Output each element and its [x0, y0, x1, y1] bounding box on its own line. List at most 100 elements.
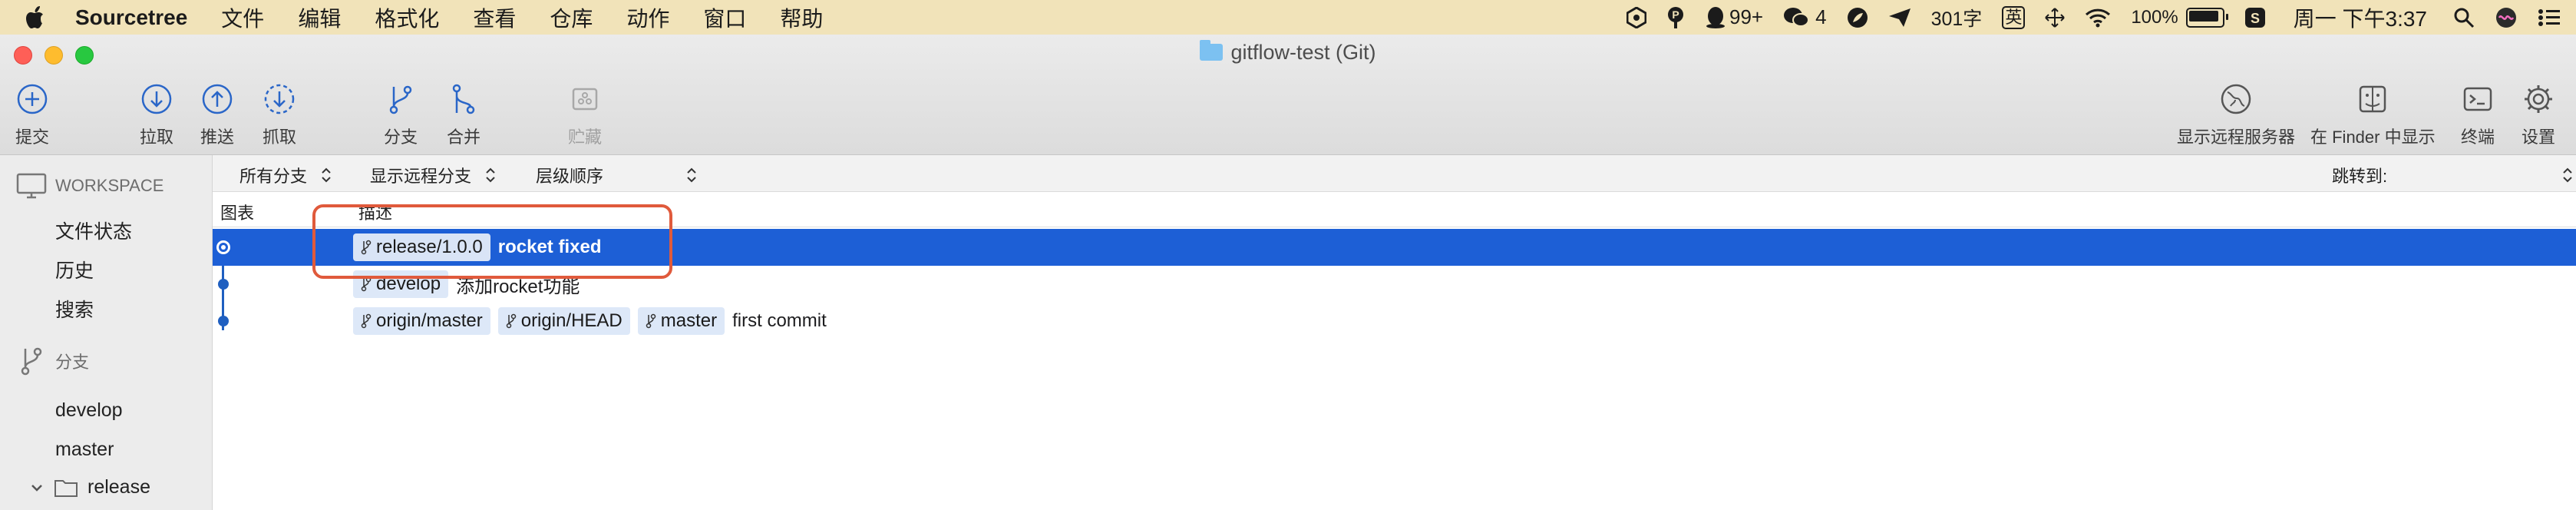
show-remote-branches-dropdown[interactable]: 显示远程分支: [370, 163, 496, 187]
branch-tag[interactable]: release/1.0.0: [353, 233, 490, 261]
move-icon[interactable]: [2045, 7, 2066, 28]
graph-node: [218, 279, 229, 290]
graph-node-current: [216, 240, 230, 254]
commit-row[interactable]: develop 添加rocket功能: [213, 266, 2576, 303]
commit-description: origin/master origin/HEAD master first c…: [353, 307, 827, 335]
folder-icon: [54, 478, 78, 498]
wifi-icon[interactable]: [2085, 8, 2111, 28]
s-app-icon[interactable]: S: [2244, 7, 2266, 28]
sidebar-branch-master[interactable]: master: [55, 439, 114, 461]
order-label: 层级顺序: [536, 167, 604, 186]
terminal-icon: [2459, 81, 2496, 118]
sidebar-item-file-status[interactable]: 文件状态: [55, 217, 132, 244]
commit-row[interactable]: release/1.0.0 rocket fixed: [213, 229, 2576, 266]
finder-icon: [2354, 81, 2391, 118]
branch-button[interactable]: 分支: [382, 81, 419, 148]
branch-tag[interactable]: origin/HEAD: [497, 307, 630, 335]
apple-logo-icon[interactable]: [25, 5, 48, 31]
stash-box-icon: [566, 81, 603, 118]
branch-tag[interactable]: master: [637, 307, 725, 335]
battery-icon: [2185, 7, 2228, 28]
commit-button[interactable]: 提交: [14, 81, 51, 148]
terminal-label: 终端: [2460, 128, 2495, 147]
globe-icon: [2218, 81, 2254, 118]
all-branches-dropdown[interactable]: 所有分支: [239, 163, 332, 187]
fetch-button[interactable]: 抓取: [261, 81, 298, 148]
branch-tag-label: origin/master: [376, 310, 483, 331]
window-toolbar: gitflow-test (Git) 提交 拉取 推送 抓取 分支 合并 贮藏 …: [0, 35, 2576, 155]
menu-repository[interactable]: 仓库: [550, 2, 593, 33]
hexagon-icon[interactable]: [1627, 6, 1647, 28]
control-center-icon[interactable]: [2538, 8, 2561, 27]
menu-window[interactable]: 窗口: [703, 2, 746, 33]
sidebar-item-search[interactable]: 搜索: [55, 295, 94, 323]
workspace-section[interactable]: WORKSPACE: [15, 171, 163, 201]
branch-tag-label: master: [660, 310, 718, 331]
svg-text:P: P: [1672, 8, 1679, 21]
wechat-status[interactable]: 4: [1783, 5, 1827, 29]
arrow-down-circle-icon: [138, 81, 175, 118]
menu-actions[interactable]: 动作: [626, 2, 669, 33]
app-menu[interactable]: Sourcetree: [75, 5, 187, 30]
chevron-down-icon[interactable]: [31, 483, 43, 492]
commit-description: release/1.0.0 rocket fixed: [353, 233, 601, 261]
leaf-icon[interactable]: [1847, 7, 1868, 28]
plus-circle-icon: [14, 81, 51, 118]
branch-tag[interactable]: origin/master: [353, 307, 490, 335]
word-count[interactable]: 301字: [1931, 4, 1983, 31]
gear-icon: [2520, 81, 2557, 118]
branch-icon: [382, 81, 419, 118]
sidebar-folder-release[interactable]: release: [31, 476, 150, 498]
commit-message: rocket fixed: [497, 237, 602, 257]
sidebar: WORKSPACE 文件状态 历史 搜索 分支 develop master r…: [0, 155, 213, 510]
window-title: gitflow-test (Git): [0, 40, 2576, 65]
commit-row[interactable]: origin/master origin/HEAD master first c…: [213, 303, 2576, 339]
siri-icon[interactable]: [2495, 6, 2518, 29]
show-remote-label: 显示远程服务器: [2177, 128, 2296, 147]
push-button[interactable]: 推送: [199, 81, 236, 148]
show-in-finder-button[interactable]: 在 Finder 中显示: [2310, 81, 2436, 148]
merge-button[interactable]: 合并: [445, 81, 482, 148]
sidebar-item-history[interactable]: 历史: [55, 256, 94, 283]
branch-icon: [506, 313, 517, 329]
monitor-icon: [15, 171, 48, 201]
branches-section[interactable]: 分支: [15, 346, 89, 376]
graph-column-header[interactable]: 图表: [220, 200, 254, 224]
branch-tag-label: release/1.0.0: [376, 237, 483, 257]
branch-icon: [15, 346, 48, 376]
branch-tag-label: origin/HEAD: [520, 310, 623, 331]
branch-icon: [361, 313, 372, 329]
push-label: 推送: [200, 128, 234, 147]
p-status-icon[interactable]: P: [1666, 6, 1685, 29]
filter-bar: 所有分支 显示远程分支 层级顺序 跳转到:: [213, 155, 2576, 192]
send-icon[interactable]: [1888, 8, 1911, 28]
menu-file[interactable]: 文件: [221, 2, 264, 33]
menu-format[interactable]: 格式化: [375, 2, 439, 33]
spotlight-search-icon[interactable]: [2453, 7, 2475, 28]
merge-icon: [445, 81, 482, 118]
chevron-updown-icon: [686, 167, 697, 184]
terminal-button[interactable]: 终端: [2459, 81, 2496, 148]
order-dropdown[interactable]: 层级顺序: [536, 163, 697, 187]
qq-status[interactable]: 99+: [1705, 5, 1763, 29]
stash-button[interactable]: 贮藏: [566, 81, 603, 148]
input-method-indicator[interactable]: 英: [2002, 5, 2026, 29]
menu-help[interactable]: 帮助: [780, 2, 823, 33]
commit-message: 添加rocket功能: [456, 276, 580, 297]
show-remote-branches-label: 显示远程分支: [370, 167, 472, 186]
jump-to-dropdown[interactable]: 跳转到:: [2332, 163, 2573, 187]
menu-view[interactable]: 查看: [473, 2, 516, 33]
pull-button[interactable]: 拉取: [138, 81, 175, 148]
sidebar-branch-develop[interactable]: develop: [55, 399, 123, 422]
workspace-title: WORKSPACE: [55, 176, 164, 195]
menu-edit[interactable]: 编辑: [298, 2, 341, 33]
qq-icon: [1706, 6, 1726, 28]
datetime[interactable]: 周一 下午3:37: [2294, 2, 2427, 33]
commit-label: 提交: [15, 128, 49, 147]
show-remote-button[interactable]: 显示远程服务器: [2177, 81, 2295, 148]
description-column-header[interactable]: 描述: [358, 200, 392, 224]
qq-badge: 99+: [1729, 5, 1764, 28]
battery-status[interactable]: 100%: [2131, 7, 2228, 28]
settings-button[interactable]: 设置: [2520, 81, 2557, 148]
branch-tag[interactable]: develop: [353, 270, 449, 298]
